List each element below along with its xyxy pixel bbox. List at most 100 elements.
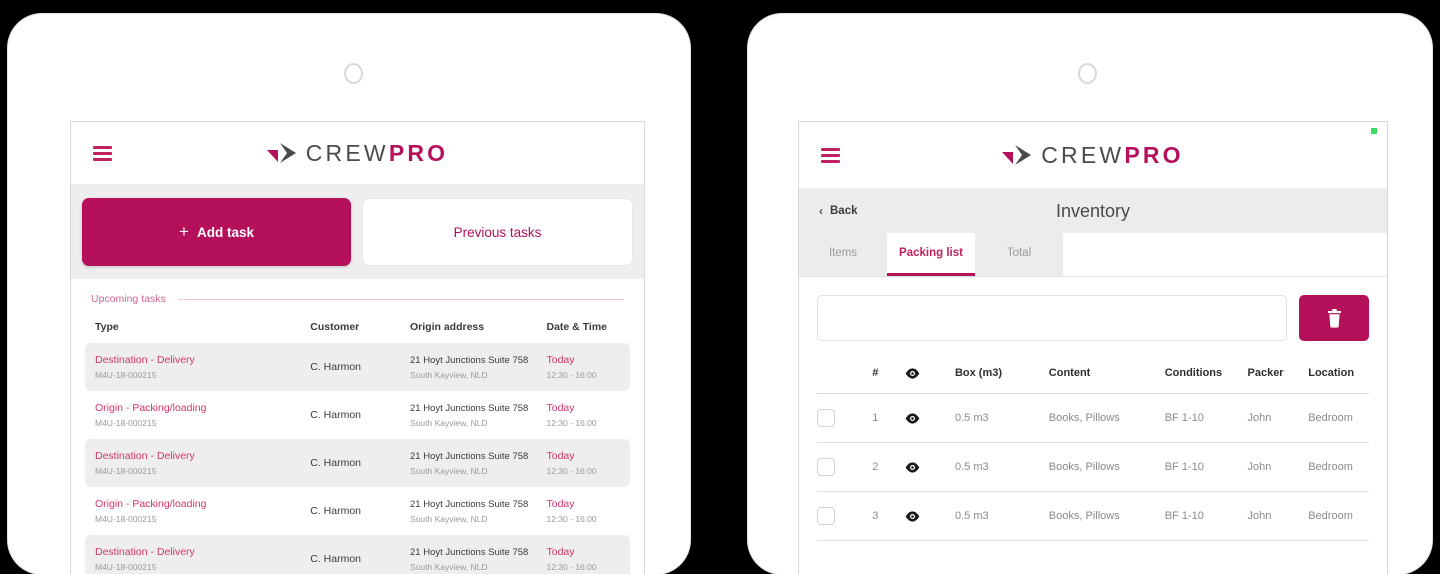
app-screen-tasks: CREWPRO + Add task Previous tasks Upcomi… <box>70 121 645 574</box>
inventory-table-header: # Box (m3) Content Conditions Packer Loc… <box>817 359 1369 394</box>
task-day-label: Today <box>546 450 575 462</box>
task-date-cell: Today 12:30 - 16:00 <box>547 402 621 428</box>
task-customer-cell: C. Harmon <box>310 553 410 565</box>
task-type-label: Origin - Packing/loading <box>95 498 207 510</box>
row-content: Books, Pillows <box>1048 412 1120 424</box>
task-customer-label: C. Harmon <box>310 409 362 421</box>
column-header-box: Box (m3) <box>954 367 1003 379</box>
inventory-toolbar <box>799 277 1387 355</box>
previous-tasks-button[interactable]: Previous tasks <box>362 198 633 266</box>
trash-icon <box>1327 308 1341 328</box>
task-date-cell: Today 12:30 - 16:00 <box>547 450 621 476</box>
task-reference: M4U-18-000215 <box>95 418 157 428</box>
task-row[interactable]: Destination - Delivery M4U-18-000215 C. Ha… <box>85 535 630 574</box>
task-type-cell: Origin - Packing/loading M4U-18-000215 <box>95 402 310 428</box>
task-row[interactable]: Origin - Packing/loading M4U-18-000215 C. … <box>85 487 630 535</box>
inventory-row: 2 0.5 m3 Books, Pillows BF 1-10 John Bedroom <box>817 443 1369 492</box>
column-header-conditions: Conditions <box>1164 367 1223 379</box>
column-header-packer: Packer <box>1247 367 1284 379</box>
tablet-device-left: CREWPRO + Add task Previous tasks Upcomi… <box>8 14 690 574</box>
task-reference: M4U-18-000215 <box>95 562 157 572</box>
task-city-label: South Kayview, NLD <box>410 561 488 572</box>
online-status-dot-icon <box>1371 128 1377 134</box>
task-origin-cell: 21 Hoyt Junctions Suite 758 South Kayview… <box>410 355 547 380</box>
tab-packing-list[interactable]: Packing list <box>887 233 975 276</box>
task-type-cell: Destination - Delivery M4U-18-000215 <box>95 450 310 476</box>
upcoming-tasks-section-header: Upcoming tasks <box>71 279 644 309</box>
row-conditions: BF 1-10 <box>1164 461 1204 473</box>
task-customer-label: C. Harmon <box>310 505 362 517</box>
eye-icon[interactable] <box>905 412 920 424</box>
task-address-label: 21 Hoyt Junctions Suite 758 <box>410 402 529 414</box>
row-conditions: BF 1-10 <box>1164 510 1204 522</box>
task-city-label: South Kayview, NLD <box>410 465 488 476</box>
task-address-label: 21 Hoyt Junctions Suite 758 <box>410 354 529 366</box>
row-number: 3 <box>872 510 879 522</box>
row-checkbox[interactable] <box>817 409 835 427</box>
eye-icon[interactable] <box>905 510 920 522</box>
eye-icon[interactable] <box>905 461 920 473</box>
device-camera-icon <box>1078 63 1097 84</box>
task-time-label: 12:30 - 16:00 <box>546 562 597 572</box>
column-header-type: Type <box>95 321 119 333</box>
row-box-volume: 0.5 m3 <box>954 461 989 473</box>
column-header-content: Content <box>1048 367 1091 379</box>
row-checkbox[interactable] <box>817 507 835 525</box>
brand-pro: PRO <box>388 139 449 166</box>
task-time-label: 12:30 - 16:00 <box>546 418 597 428</box>
task-type-label: Destination - Delivery <box>95 546 195 558</box>
task-address-label: 21 Hoyt Junctions Suite 758 <box>410 450 529 462</box>
brand-wordmark: CREWPRO <box>1041 141 1184 168</box>
hamburger-menu-icon[interactable] <box>93 145 112 161</box>
task-row[interactable]: Destination - Delivery M4U-18-000215 C. Ha… <box>85 439 630 487</box>
task-date-cell: Today 12:30 - 16:00 <box>547 498 621 524</box>
task-customer-cell: C. Harmon <box>310 409 410 421</box>
delete-button[interactable] <box>1299 295 1369 341</box>
eye-icon <box>905 367 920 379</box>
task-time-label: 12:30 - 16:00 <box>546 466 597 476</box>
add-task-button[interactable]: + Add task <box>82 198 351 266</box>
task-customer-label: C. Harmon <box>310 457 362 469</box>
task-date-cell: Today 12:30 - 16:00 <box>547 546 621 572</box>
task-origin-cell: 21 Hoyt Junctions Suite 758 South Kayview… <box>410 547 547 572</box>
column-header-number: # <box>872 367 879 379</box>
column-header-date: Date & Time <box>546 321 608 333</box>
column-header-origin: Origin address <box>410 321 485 333</box>
task-row[interactable]: Origin - Packing/loading M4U-18-000215 C. … <box>85 391 630 439</box>
row-content: Books, Pillows <box>1048 510 1120 522</box>
hamburger-menu-icon[interactable] <box>821 147 840 163</box>
tasks-table-body: Destination - Delivery M4U-18-000215 C. Ha… <box>85 343 630 574</box>
task-city-label: South Kayview, NLD <box>410 369 488 380</box>
row-visibility-toggle[interactable] <box>905 510 955 522</box>
column-header-location: Location <box>1308 367 1355 379</box>
task-row[interactable]: Destination - Delivery M4U-18-000215 C. Ha… <box>85 343 630 391</box>
inventory-table-body: 1 0.5 m3 Books, Pillows BF 1-10 John Bedroom 2… <box>817 394 1369 541</box>
task-actions-bar: + Add task Previous tasks <box>71 185 644 279</box>
row-box-volume: 0.5 m3 <box>954 510 989 522</box>
tab-total[interactable]: Total <box>975 233 1063 276</box>
brand-crew: CREW <box>1041 141 1125 168</box>
row-conditions: BF 1-10 <box>1164 412 1204 424</box>
row-select-cell <box>817 409 872 427</box>
task-customer-cell: C. Harmon <box>310 457 410 469</box>
task-address-label: 21 Hoyt Junctions Suite 758 <box>410 498 529 510</box>
row-visibility-toggle[interactable] <box>905 461 955 473</box>
row-packer: John <box>1247 412 1272 424</box>
row-packer: John <box>1247 461 1272 473</box>
section-divider <box>177 298 624 300</box>
task-origin-cell: 21 Hoyt Junctions Suite 758 South Kayview… <box>410 403 547 428</box>
task-time-label: 12:30 - 16:00 <box>546 514 597 524</box>
task-reference: M4U-18-000215 <box>95 466 157 476</box>
task-reference: M4U-18-000215 <box>95 514 157 524</box>
task-type-label: Destination - Delivery <box>95 354 195 366</box>
tasks-table: Type Customer Origin address Date & Time… <box>71 309 644 574</box>
brand-wordmark: CREWPRO <box>306 139 449 166</box>
search-input[interactable] <box>817 295 1287 341</box>
task-type-cell: Destination - Delivery M4U-18-000215 <box>95 354 310 380</box>
tab-items[interactable]: Items <box>799 233 887 276</box>
row-content: Books, Pillows <box>1048 461 1120 473</box>
row-checkbox[interactable] <box>817 458 835 476</box>
app-screen-inventory: CREWPRO ‹ Back Inventory Items Packing l… <box>798 121 1388 574</box>
task-type-label: Destination - Delivery <box>95 450 195 462</box>
row-visibility-toggle[interactable] <box>905 412 955 424</box>
